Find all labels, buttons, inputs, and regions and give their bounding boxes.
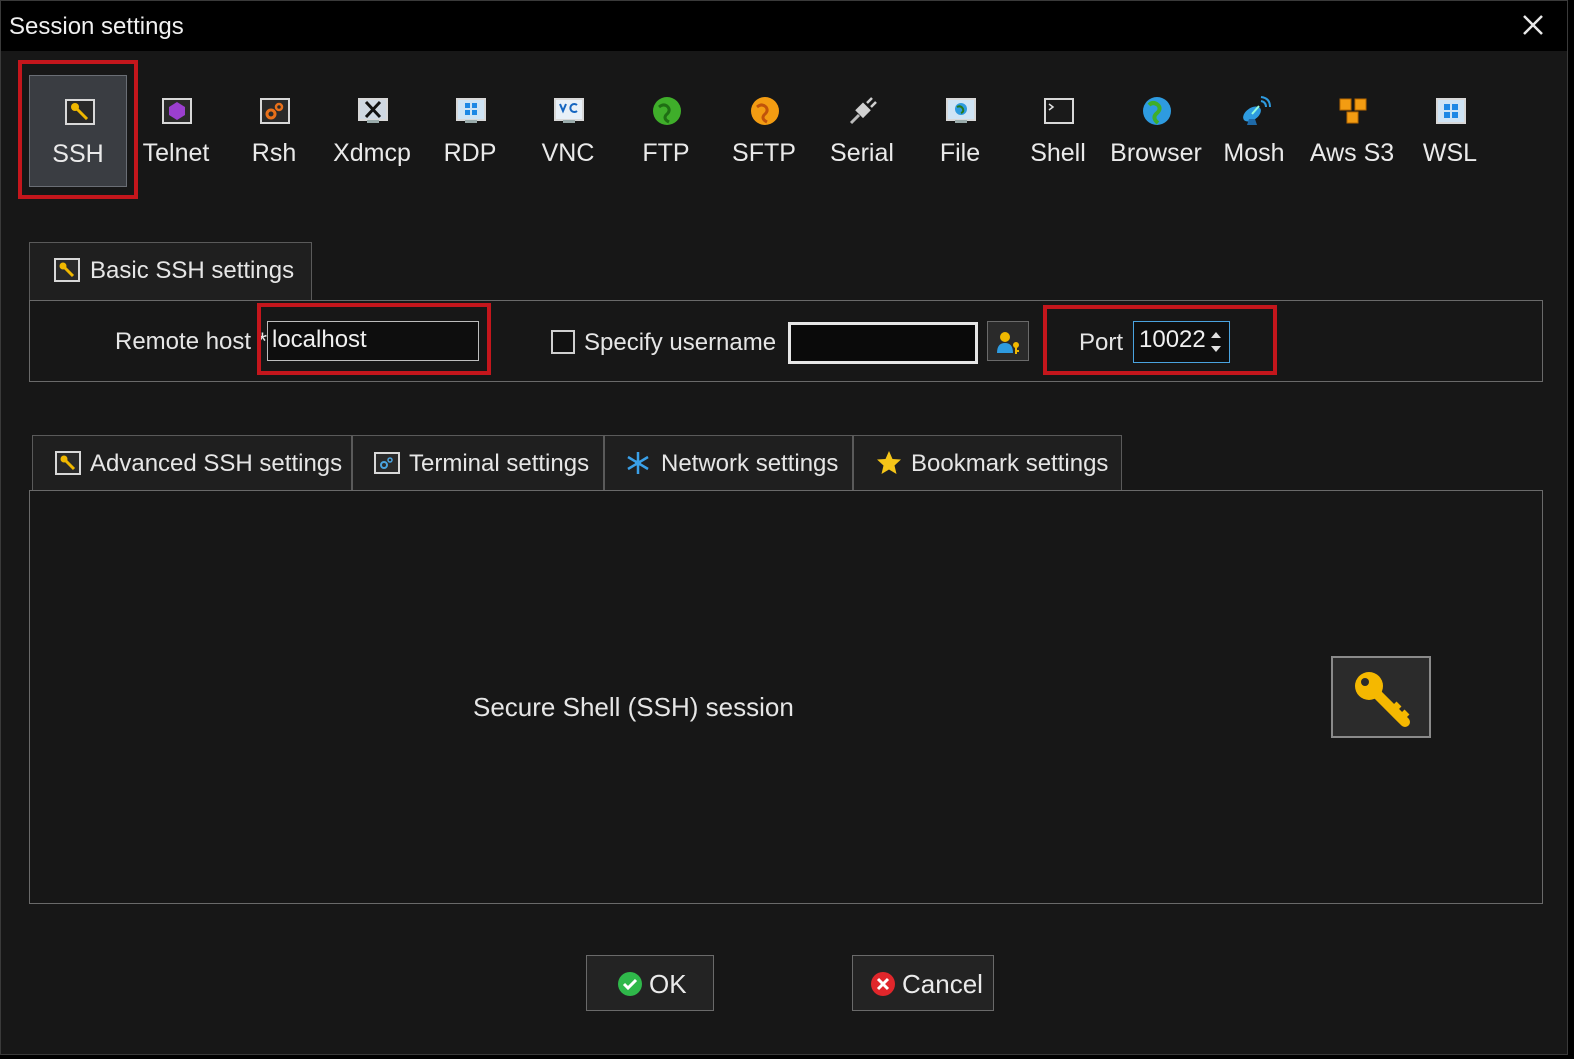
specify-username-checkbox[interactable] [551,330,575,354]
tab-label: Advanced SSH settings [90,450,343,477]
cancel-button[interactable]: Cancel [852,955,994,1011]
terminal-icon [374,452,400,474]
tab-terminal-settings[interactable]: Terminal settings [352,435,604,491]
session-type-ftp[interactable]: FTP [617,75,715,187]
session-type-xdmcp[interactable]: Xdmcp [323,75,421,187]
highlight-ssh [18,60,138,199]
wsl-windows-icon [1436,98,1466,124]
tab-basic-ssh-settings[interactable]: Basic SSH settings [29,242,312,302]
ok-button[interactable]: OK [586,955,714,1011]
close-icon[interactable] [1517,9,1549,41]
session-type-telnet[interactable]: Telnet [127,75,225,187]
session-type-aws-s3[interactable]: Aws S3 [1303,75,1401,187]
highlight-remote-host [257,303,491,375]
ftp-globe-icon [653,97,681,125]
network-star-icon [627,452,649,474]
tab-network-settings[interactable]: Network settings [604,435,853,491]
session-type-file[interactable]: File [911,75,1009,187]
tab-advanced-ssh-settings[interactable]: Advanced SSH settings [32,435,352,491]
file-monitor-icon [946,98,976,123]
vnc-icon [554,98,584,123]
cancel-label: Cancel [902,969,983,999]
session-type-browser[interactable]: Browser [1107,75,1205,187]
session-description-panel: Secure Shell (SSH) session [29,490,1543,904]
serial-plug-icon [849,97,877,125]
session-type-rdp[interactable]: RDP [421,75,519,187]
check-circle-icon [618,972,642,996]
remote-host-label: Remote host * [115,328,268,355]
mosh-satellite-icon [1243,96,1271,125]
ok-label: OK [649,969,687,999]
large-key-icon [1355,672,1410,727]
rsh-icon [260,98,290,124]
window-title: Session settings [9,13,184,40]
user-manager-button[interactable] [987,321,1029,361]
rdp-icon [456,98,486,123]
session-type-serial[interactable]: Serial [813,75,911,187]
aws-s3-cubes-icon [1339,98,1367,124]
tab-label: Network settings [661,450,839,477]
star-icon [877,451,901,474]
username-input[interactable] [788,322,978,364]
browser-globe-icon [1143,97,1171,125]
session-settings-dialog: Session settings SSH Telnet Rsh Xdmcp RD… [0,0,1568,1055]
ssh-logo [1331,656,1431,738]
key-icon [55,451,81,475]
highlight-port [1043,305,1277,375]
telnet-icon [162,98,192,124]
sftp-globe-icon [751,97,779,125]
user-key-icon [997,332,1019,354]
tab-label: Terminal settings [409,450,590,477]
session-type-rsh[interactable]: Rsh [225,75,323,187]
session-type-label: WSL [1422,139,1478,167]
tab-bookmark-settings[interactable]: Bookmark settings [853,435,1122,491]
key-icon [54,258,80,282]
session-description: Secure Shell (SSH) session [473,692,794,722]
tab-label: Bookmark settings [911,450,1109,477]
session-type-vnc[interactable]: VNC [519,75,617,187]
shell-terminal-icon [1044,98,1074,124]
cancel-circle-icon [871,972,895,996]
xdmcp-icon [358,98,388,123]
session-type-sftp[interactable]: SFTP [715,75,813,187]
session-type-wsl[interactable]: WSL [1401,75,1499,187]
session-type-shell[interactable]: Shell [1009,75,1107,187]
session-type-mosh[interactable]: Mosh [1205,75,1303,187]
title-bar: Session settings [1,1,1567,51]
tab-label: Basic SSH settings [90,257,295,284]
specify-username-label: Specify username [584,329,777,356]
